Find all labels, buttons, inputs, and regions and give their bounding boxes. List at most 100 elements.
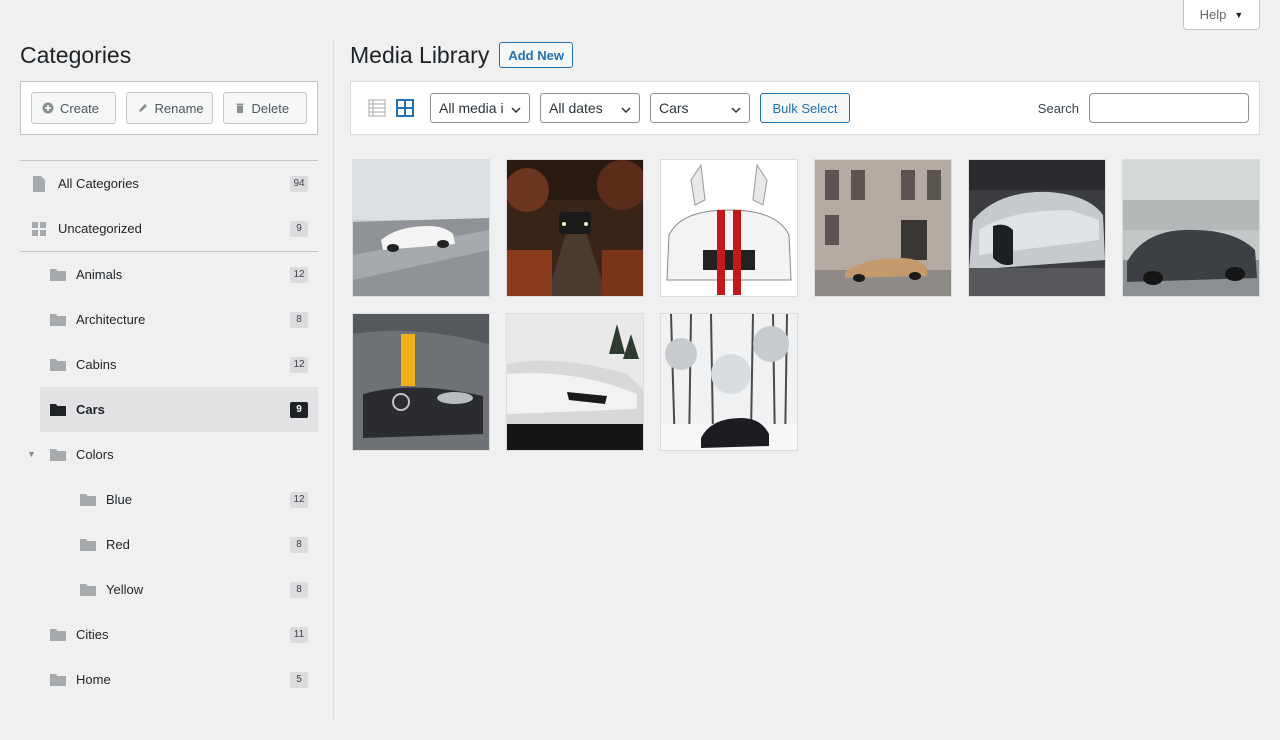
- folder-cabins[interactable]: Cabins 12: [20, 342, 318, 387]
- panel-divider[interactable]: [333, 40, 334, 721]
- category-filter-select[interactable]: Cars: [650, 93, 750, 123]
- folder-animals[interactable]: Animals 12: [20, 252, 318, 297]
- rename-label: Rename: [154, 100, 204, 116]
- help-label: Help: [1199, 7, 1227, 22]
- rename-button[interactable]: Rename: [125, 92, 213, 124]
- active-folder-wrapper: Cars 9: [40, 387, 318, 432]
- car-image: [969, 160, 1105, 296]
- media-thumbnail[interactable]: [968, 159, 1106, 297]
- help-button[interactable]: Help ▼: [1183, 0, 1260, 30]
- pencil-icon: [137, 102, 149, 114]
- folder-home[interactable]: Home 5: [20, 657, 318, 702]
- count-badge: 11: [290, 626, 308, 643]
- count-badge: 8: [290, 311, 308, 328]
- count-badge: 9: [290, 220, 308, 237]
- date-filter-value: All dates: [549, 100, 603, 116]
- count-badge: 8: [290, 581, 308, 598]
- category-uncategorized[interactable]: Uncategorized 9: [20, 206, 318, 251]
- car-image: [815, 160, 951, 296]
- create-button[interactable]: Create: [31, 92, 116, 124]
- folder-label: Cars: [76, 402, 105, 417]
- trash-icon: [234, 102, 246, 114]
- sidebar-title: Categories: [20, 42, 132, 68]
- folder-red[interactable]: Red 8: [20, 522, 318, 567]
- car-image: [353, 314, 489, 450]
- plus-circle-icon: [42, 102, 54, 114]
- category-label: Uncategorized: [58, 221, 142, 236]
- category-filter-value: Cars: [659, 100, 689, 116]
- search-area: Search: [1038, 93, 1249, 123]
- search-label: Search: [1037, 100, 1079, 116]
- folder-label: Colors: [76, 447, 114, 462]
- folder-label: Blue: [106, 492, 133, 507]
- folder-icon: [80, 583, 96, 597]
- media-toolbar: All media i All dates Cars Bulk Select S…: [350, 81, 1260, 135]
- categories-sidebar: Categories Create Rename Delete All Cate…: [20, 40, 318, 702]
- media-thumbnail[interactable]: [660, 313, 798, 451]
- count-badge: 12: [290, 491, 308, 508]
- car-image: [661, 314, 797, 450]
- media-type-select[interactable]: All media i: [430, 93, 530, 123]
- folder-icon: [50, 448, 66, 462]
- folder-blue[interactable]: Blue 12: [20, 477, 318, 522]
- category-label: All Categories: [58, 176, 139, 191]
- chevron-down-icon: [621, 100, 631, 116]
- media-thumbnail[interactable]: [660, 159, 798, 297]
- media-thumbnail[interactable]: [1122, 159, 1260, 297]
- car-image: [507, 160, 643, 296]
- folder-icon: [50, 628, 66, 642]
- folder-architecture[interactable]: Architecture 8: [20, 297, 318, 342]
- car-image: [507, 314, 643, 450]
- folder-label: Animals: [76, 267, 123, 282]
- media-type-value: All media i: [439, 100, 504, 116]
- count-badge: 9: [290, 401, 308, 418]
- folder-icon: [50, 358, 66, 372]
- delete-label: Delete: [251, 100, 290, 116]
- media-thumbnail[interactable]: [506, 159, 644, 297]
- document-icon: [32, 175, 48, 192]
- media-thumbnail[interactable]: [506, 313, 644, 451]
- count-badge: 8: [290, 536, 308, 553]
- category-toolbar: Create Rename Delete: [20, 81, 318, 135]
- page-title: Media Library: [350, 42, 490, 68]
- folder-label: Red: [106, 537, 130, 552]
- folder-icon: [50, 673, 66, 687]
- chevron-down-icon: [511, 100, 521, 116]
- folder-icon: [80, 538, 96, 552]
- folder-icon: [80, 493, 96, 507]
- media-library-panel: Media Library Add New All media i All da…: [350, 40, 1260, 451]
- page-header: Media Library Add New: [350, 40, 1260, 70]
- expand-toggle-icon[interactable]: ▼: [27, 449, 36, 459]
- media-grid: [352, 159, 1260, 451]
- count-badge: 5: [290, 671, 308, 688]
- folder-label: Architecture: [76, 312, 146, 327]
- bulk-select-button[interactable]: Bulk Select: [760, 93, 850, 123]
- grid-view-icon[interactable]: [395, 98, 415, 118]
- delete-button[interactable]: Delete: [222, 92, 307, 124]
- folder-label: Yellow: [106, 582, 144, 597]
- media-thumbnail[interactable]: [352, 313, 490, 451]
- category-all[interactable]: All Categories 94: [20, 161, 318, 206]
- chevron-down-icon: [731, 100, 741, 116]
- count-badge: 12: [290, 356, 308, 373]
- folder-label: Home: [76, 672, 111, 687]
- folder-icon: [50, 268, 66, 282]
- folder-label: Cabins: [76, 357, 117, 372]
- folder-icon: [50, 403, 66, 417]
- media-thumbnail[interactable]: [814, 159, 952, 297]
- folder-colors[interactable]: ▼ Colors: [20, 432, 318, 477]
- count-badge: 94: [290, 175, 308, 192]
- list-view-icon[interactable]: [367, 98, 387, 118]
- top-category-list: All Categories 94 Uncategorized 9: [20, 161, 318, 251]
- folder-cars[interactable]: Cars 9: [40, 387, 318, 432]
- add-new-button[interactable]: Add New: [499, 42, 573, 68]
- create-label: Create: [60, 100, 100, 116]
- folder-label: Cities: [76, 627, 109, 642]
- folder-yellow[interactable]: Yellow 8: [20, 567, 318, 612]
- folder-cities[interactable]: Cities 11: [20, 612, 318, 657]
- search-input[interactable]: [1089, 93, 1249, 123]
- media-thumbnail[interactable]: [352, 159, 490, 297]
- folder-icon: [50, 313, 66, 327]
- grid-icon: [32, 221, 48, 236]
- date-filter-select[interactable]: All dates: [540, 93, 640, 123]
